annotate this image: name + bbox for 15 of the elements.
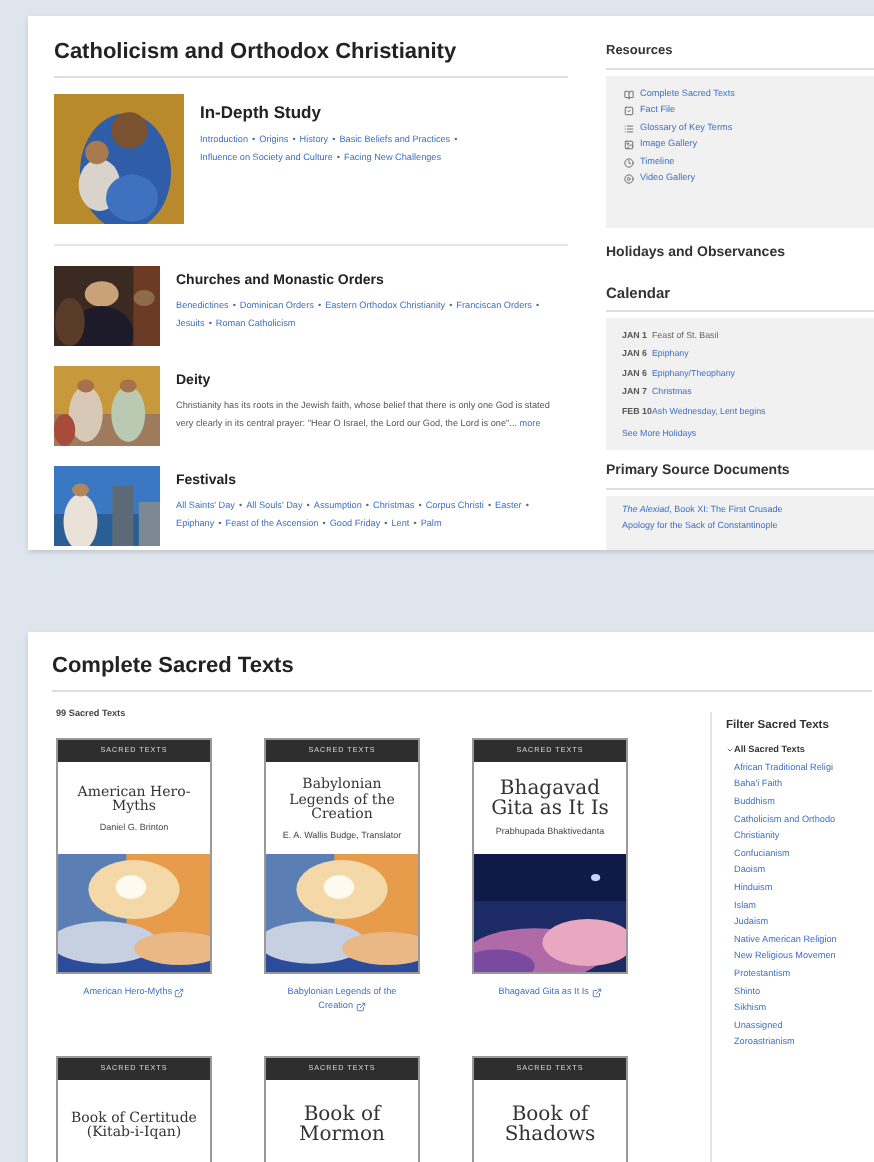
page-title: Catholicism and Orthodox Christianity	[54, 36, 568, 77]
external-link-icon	[355, 1001, 366, 1012]
checkbox-icon	[624, 106, 634, 117]
clock-icon	[624, 157, 634, 168]
cover-title: Book of Shadows	[502, 1106, 598, 1147]
book-icon	[624, 89, 634, 100]
page-title: Complete Sacred Texts	[52, 650, 872, 691]
external-link-icon	[174, 987, 185, 998]
cover-title: Bhagavad Gita as It Is	[489, 780, 611, 821]
play-icon	[624, 174, 634, 185]
external-link-icon	[591, 987, 602, 998]
cover-title: Book of Mormon	[297, 1106, 387, 1147]
list-icon	[624, 123, 634, 134]
section-title: In-Depth Study	[200, 99, 323, 125]
image-icon	[624, 140, 634, 151]
